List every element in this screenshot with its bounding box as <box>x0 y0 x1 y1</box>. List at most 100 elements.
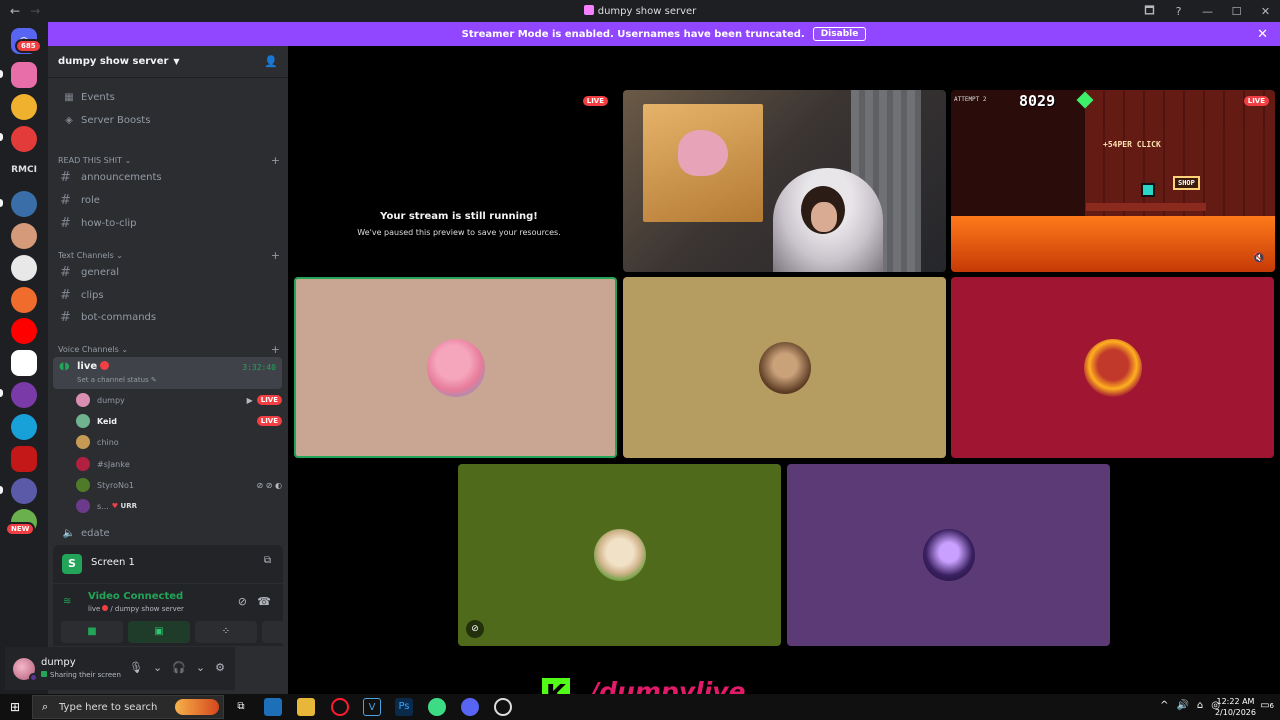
category-text-channels[interactable]: Text Channels ⌄ + <box>58 249 280 262</box>
server-header[interactable]: dumpy show server ▼ 👤 <box>48 46 288 78</box>
chevron-down-icon[interactable]: ⌄ <box>153 661 162 674</box>
category-read-this[interactable]: READ THIS SHIT ⌄ + <box>58 154 280 167</box>
voice-connection-panel: ≋ Video Connected live / dumpy show serve… <box>53 583 324 646</box>
avatar <box>76 478 90 492</box>
channel-clips[interactable]: # clips <box>54 285 282 305</box>
server-icon-4[interactable] <box>11 191 37 217</box>
voice-status[interactable]: Video Connected <box>88 591 183 602</box>
noise-suppression-icon[interactable]: ⊘ <box>238 595 247 608</box>
server-icon-12[interactable] <box>11 446 37 472</box>
task-view-icon[interactable]: ⧉ <box>232 698 250 716</box>
taskbar-search[interactable]: ⌕ Type here to search <box>32 695 224 719</box>
app-icon[interactable] <box>264 698 282 716</box>
network-icon[interactable]: ⌂ <box>1197 700 1203 711</box>
forward-arrow-icon[interactable]: → <box>30 4 40 18</box>
headphones-icon[interactable]: 🎧 <box>172 661 186 674</box>
live-badge: LIVE <box>1243 96 1269 106</box>
server-icon-9[interactable] <box>11 350 37 376</box>
volume-muted-icon[interactable]: 🔇 <box>1253 253 1265 264</box>
channel-general[interactable]: # general <box>54 262 282 282</box>
server-icon-8[interactable] <box>11 318 37 344</box>
help-icon[interactable]: ? <box>1164 5 1193 18</box>
channel-role[interactable]: # role <box>54 190 282 210</box>
member-status-text: ♥ URR <box>111 502 137 510</box>
channel-how-to-clip[interactable]: # how-to-clip <box>54 213 282 233</box>
voice-member[interactable]: s... ♥ URR <box>76 496 282 516</box>
unread-pill <box>0 486 3 494</box>
add-channel-icon[interactable]: + <box>271 249 280 262</box>
voice-member[interactable]: dumpy ▶ LIVE <box>76 390 282 410</box>
hash-icon: # <box>60 264 71 280</box>
disconnect-icon[interactable]: ☎ <box>257 595 271 608</box>
voice-member[interactable]: chino <box>76 432 282 452</box>
discord-icon[interactable] <box>461 698 479 716</box>
notification-center-icon[interactable]: ▭6 <box>1260 700 1274 711</box>
username[interactable]: dumpy <box>41 657 76 668</box>
sidebar-item-events[interactable]: ▦ Events <box>54 87 282 107</box>
server-icon-2[interactable] <box>11 94 37 120</box>
avatar <box>1083 338 1142 397</box>
per-click-label: +54PER CLICK <box>1103 140 1161 149</box>
channel-bot-commands[interactable]: # bot-commands <box>54 307 282 327</box>
server-icon-3[interactable] <box>11 126 37 152</box>
inbox-icon[interactable]: 🗖 <box>1135 2 1164 21</box>
voice-member[interactable]: Keid LIVE <box>76 411 282 431</box>
server-rail: ◉ 685 RMCI NEW <box>0 22 48 694</box>
server-icon-11[interactable] <box>11 414 37 440</box>
webcam-stream-tile[interactable] <box>623 90 946 272</box>
chevron-down-icon[interactable]: ⌄ <box>196 661 205 674</box>
participant-tile[interactable] <box>623 277 946 458</box>
game-stream-tile[interactable]: ATTEMPT 2 8029 +54PER CLICK SHOP LIVE 🔇 <box>951 90 1275 272</box>
voice-member[interactable]: StyroNo1 ⊘ ⊘ ◐ <box>76 475 282 495</box>
server-icon-6[interactable] <box>11 255 37 281</box>
voice-channel-edate[interactable]: 🔈 edate <box>54 523 282 543</box>
opera-icon[interactable] <box>331 698 349 716</box>
maximize-button[interactable]: ☐ <box>1222 5 1251 18</box>
photoshop-icon[interactable]: Ps <box>395 698 413 716</box>
share-screen-button[interactable]: ▣ <box>128 621 190 643</box>
chevron-down-icon: ⌄ <box>124 156 132 165</box>
server-icon-rmci[interactable]: RMCI <box>9 165 39 175</box>
disable-streamer-mode-button[interactable]: Disable <box>812 27 867 41</box>
back-arrow-icon[interactable]: ← <box>10 4 20 18</box>
paused-stream-tile[interactable]: LIVE Your stream is still running! We've… <box>294 90 616 272</box>
vscode-icon[interactable]: V <box>363 698 381 716</box>
server-icon-7[interactable] <box>11 287 37 313</box>
category-voice-channels[interactable]: Voice Channels ⌄ + <box>58 343 280 356</box>
sidebar-item-server-boosts[interactable]: ◈ Server Boosts <box>54 110 282 130</box>
participant-tile[interactable]: ⊘ <box>458 464 781 646</box>
channel-announcements[interactable]: # announcements <box>54 167 282 187</box>
voice-member[interactable]: #sJankе <box>76 454 282 474</box>
invite-people-icon[interactable]: 👤 <box>264 55 278 68</box>
add-channel-icon[interactable]: + <box>271 154 280 167</box>
server-icon-13[interactable] <box>11 478 37 504</box>
live-badge: LIVE <box>256 395 282 405</box>
minimize-button[interactable]: — <box>1193 5 1222 18</box>
obs-icon[interactable] <box>494 698 512 716</box>
popout-icon[interactable]: ⧉ <box>264 555 271 566</box>
participant-tile[interactable] <box>787 464 1110 646</box>
voice-channel-live[interactable]: ◖◗ live 3:32:40 Set a channel status ✎ <box>53 357 282 389</box>
user-panel: dumpy Sharing their screen 🎙 ⌄ 🎧 ⌄ ⚙ <box>5 647 235 690</box>
participant-tile[interactable] <box>294 277 617 458</box>
close-window-button[interactable]: ✕ <box>1251 5 1280 18</box>
taskbar-clock[interactable]: 12:22 AM 2/10/2026 <box>1215 696 1256 718</box>
add-channel-icon[interactable]: + <box>271 343 280 356</box>
set-channel-status[interactable]: Set a channel status ✎ <box>77 376 157 384</box>
voice-channel-path[interactable]: live / dumpy show server <box>88 605 184 613</box>
participant-tile[interactable] <box>951 277 1274 458</box>
file-explorer-icon[interactable] <box>297 698 315 716</box>
close-banner-icon[interactable]: ✕ <box>1257 27 1268 42</box>
settings-gear-icon[interactable]: ⚙ <box>215 661 225 674</box>
tray-chevron-icon[interactable]: ^ <box>1160 700 1168 711</box>
windows-start-icon[interactable]: ⊞ <box>10 700 20 714</box>
server-icon-5[interactable] <box>11 223 37 249</box>
server-icon-10[interactable] <box>11 382 37 408</box>
volume-icon[interactable]: 🔊 <box>1176 700 1188 711</box>
paused-title: Your stream is still running! <box>380 211 538 222</box>
activities-button[interactable]: ⁘ <box>195 621 257 643</box>
android-studio-icon[interactable] <box>428 698 446 716</box>
server-icon-1[interactable] <box>11 62 37 88</box>
microphone-icon[interactable]: 🎙 <box>129 661 143 674</box>
camera-button[interactable]: ■ <box>61 621 123 643</box>
